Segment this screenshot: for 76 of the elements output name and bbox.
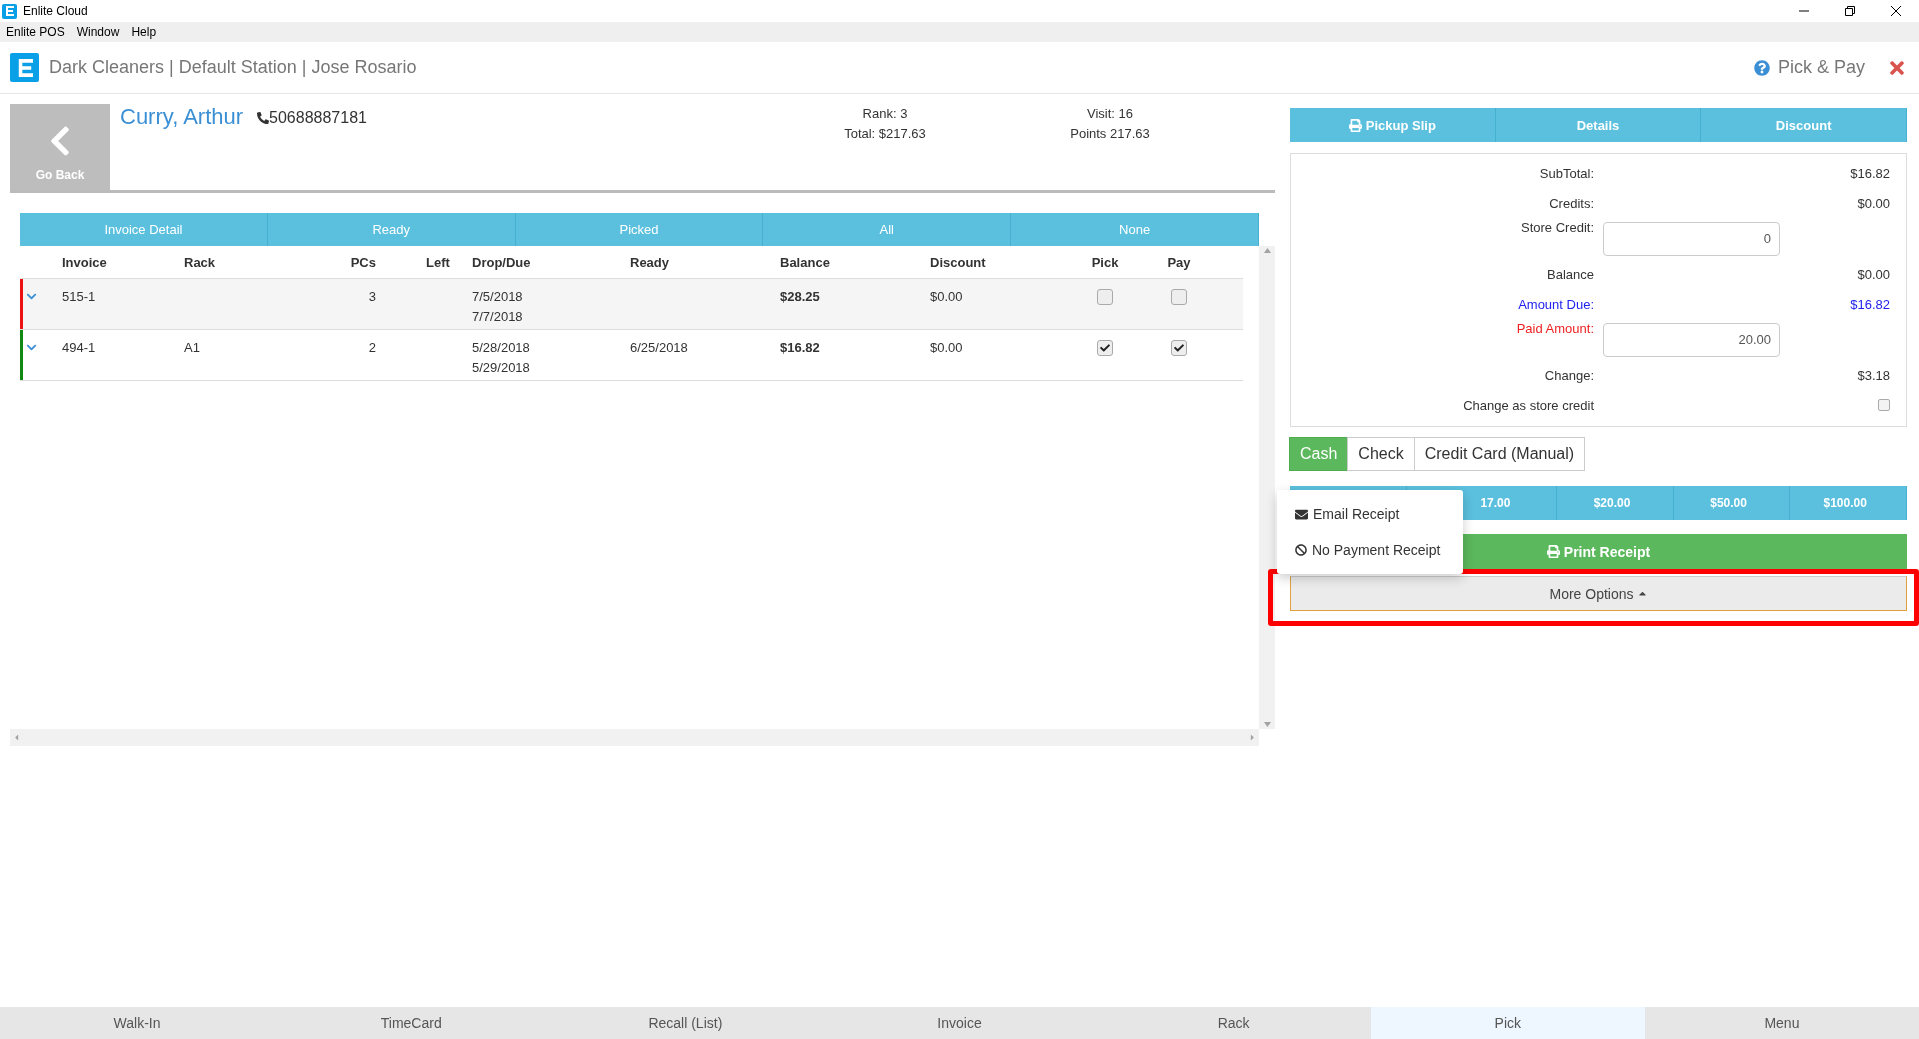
menu-item[interactable]: Help xyxy=(131,25,157,39)
printer-icon xyxy=(1546,545,1560,558)
summary-label: Change as store credit xyxy=(1463,397,1594,413)
pick-checkbox[interactable] xyxy=(1097,340,1113,356)
total-text: Total: $217.63 xyxy=(844,125,926,143)
table-cell-text: 2 xyxy=(368,339,376,357)
nav-tab[interactable]: Pick xyxy=(1370,1007,1645,1039)
table-cell-text: 494-1 xyxy=(62,339,96,357)
column-header: Rack xyxy=(184,254,216,270)
rank-text: Rank: 3 xyxy=(862,105,908,123)
menu-item[interactable]: Email Receipt xyxy=(1277,496,1463,532)
table-cell-text: $0.00 xyxy=(930,288,963,306)
check-icon xyxy=(1174,343,1184,353)
header-title: Dark Cleaners | Default Station | Jose Rosario xyxy=(49,57,417,78)
vertical-scrollbar[interactable] xyxy=(1259,246,1275,729)
more-options-button[interactable]: More Options xyxy=(1290,576,1907,611)
scroll-left-icon[interactable] xyxy=(12,733,21,742)
window-title: Enlite Cloud xyxy=(23,4,88,18)
scroll-down-icon[interactable] xyxy=(1263,722,1271,727)
customer-name[interactable]: Curry, Arthur xyxy=(120,104,244,190)
table-cell-text: 3 xyxy=(368,288,376,306)
amount-input[interactable]: 20.00 xyxy=(1603,322,1780,357)
payment-method-tab[interactable]: Check xyxy=(1347,437,1415,471)
column-header: Balance xyxy=(780,254,830,270)
pay-checkbox[interactable] xyxy=(1171,340,1187,356)
payment-method-tab[interactable]: Credit Card (Manual) xyxy=(1413,437,1586,471)
column-header: Pay xyxy=(1167,254,1191,270)
app-logo-icon xyxy=(2,3,17,19)
menu-item[interactable]: Enlite POS xyxy=(6,25,65,39)
menu-item[interactable]: No Payment Receipt xyxy=(1277,532,1463,568)
ban-icon xyxy=(1295,544,1307,556)
column-header: Left xyxy=(425,254,450,270)
summary-value: $0.00 xyxy=(1857,195,1891,211)
check-icon xyxy=(1100,343,1110,353)
store-credit-checkbox[interactable] xyxy=(1878,399,1890,411)
page-title: Pick & Pay xyxy=(1777,57,1865,78)
column-header: Ready xyxy=(630,254,670,270)
summary-value: $16.82 xyxy=(1850,165,1891,181)
app-logo-icon xyxy=(10,53,39,82)
summary-label: SubTotal: xyxy=(1539,165,1594,181)
table-cell-text: $28.25 xyxy=(780,288,820,306)
summary-value: $3.18 xyxy=(1857,367,1891,383)
table-cell-text: 515-1 xyxy=(62,288,96,306)
summary-label: Credits: xyxy=(1549,195,1594,211)
envelope-icon xyxy=(1295,507,1308,521)
table-cell-text: 7/5/2018 7/7/2018 xyxy=(472,288,524,326)
column-header: PCs xyxy=(350,254,376,270)
points-text: Points 217.63 xyxy=(1070,125,1150,143)
table-cell-text: $0.00 xyxy=(930,339,963,357)
column-header: Pick xyxy=(1091,254,1119,270)
table-cell-text: $16.82 xyxy=(780,339,820,357)
menu-item[interactable]: Window xyxy=(76,25,120,39)
summary-label: Store Credit: xyxy=(1521,220,1594,235)
summary-label: Amount Due: xyxy=(1518,296,1594,312)
summary-label: Paid Amount: xyxy=(1516,321,1594,336)
pick-checkbox[interactable] xyxy=(1097,289,1113,305)
scroll-right-icon[interactable] xyxy=(1248,733,1257,742)
printer-icon xyxy=(1348,118,1362,132)
visit-text: Visit: 16 xyxy=(1087,105,1133,123)
table-cell-text: 6/25/2018 xyxy=(630,339,688,357)
column-header: Discount xyxy=(930,254,986,270)
summary-value: $16.82 xyxy=(1850,296,1891,312)
column-header: Invoice xyxy=(62,254,107,270)
summary-label: Change: xyxy=(1544,367,1594,383)
amount-input[interactable]: 0 xyxy=(1603,221,1780,256)
table-cell-text: 5/28/2018 5/29/2018 xyxy=(472,339,531,377)
summary-value: $0.00 xyxy=(1857,266,1891,282)
column-header: Drop/Due xyxy=(472,254,531,270)
horizontal-scrollbar[interactable] xyxy=(10,729,1259,746)
customer-phone: 50688887181 xyxy=(269,108,367,128)
phone-icon xyxy=(257,112,270,124)
help-icon[interactable] xyxy=(1753,59,1770,76)
table-cell-text: A1 xyxy=(184,339,200,357)
summary-label: Balance xyxy=(1547,266,1594,282)
scroll-up-icon[interactable] xyxy=(1263,248,1271,253)
pay-checkbox[interactable] xyxy=(1171,289,1187,305)
